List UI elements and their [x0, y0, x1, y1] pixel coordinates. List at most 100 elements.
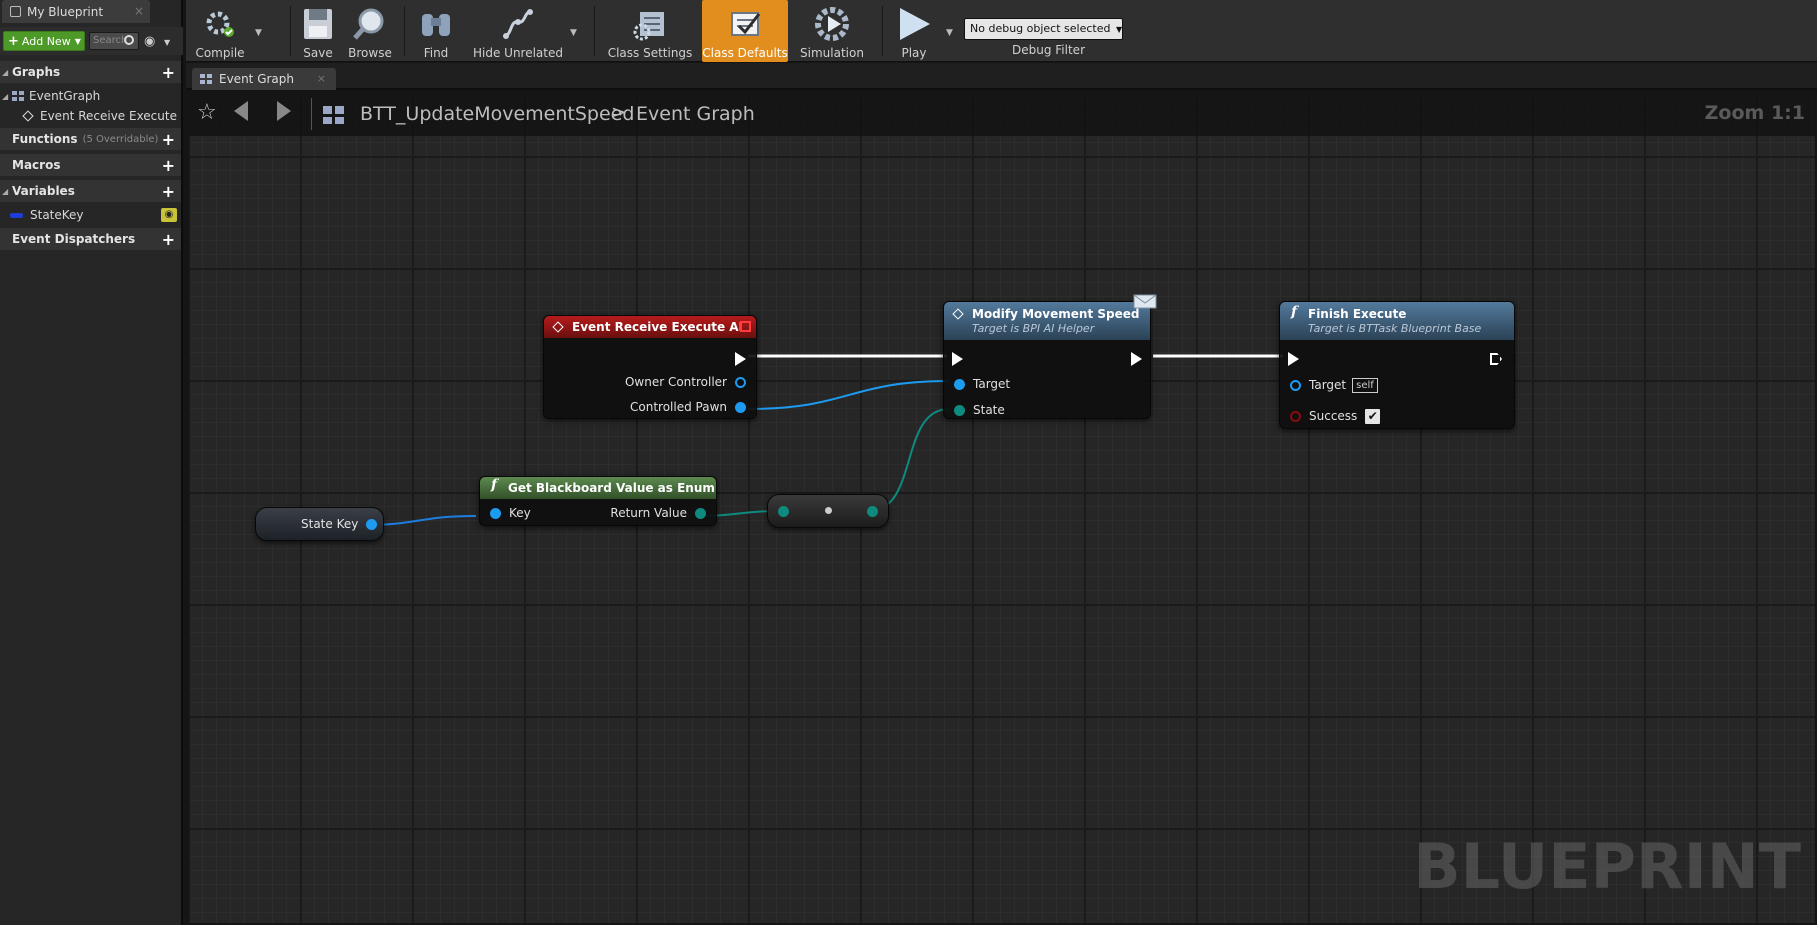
section-functions[interactable]: Functions (5 Overridable) +: [0, 128, 181, 150]
forward-arrow-icon[interactable]: [277, 101, 291, 121]
pin-owner-controller[interactable]: Owner Controller: [625, 373, 746, 391]
node-finish-execute[interactable]: f Finish Execute Target is BTTask Bluepr…: [1279, 301, 1515, 429]
node-header[interactable]: f Get Blackboard Value as Enum: [480, 477, 716, 499]
node-header[interactable]: Event Receive Execute AI: [544, 316, 756, 338]
pin-target[interactable]: Target self: [1290, 376, 1378, 394]
node-header[interactable]: f Finish Execute Target is BTTask Bluepr…: [1280, 302, 1514, 340]
exec-output-pin[interactable]: [735, 350, 746, 368]
add-function-button[interactable]: +: [162, 130, 175, 149]
pin-controlled-pawn[interactable]: Controlled Pawn: [630, 398, 746, 416]
hide-unrelated-label: Hide Unrelated: [472, 46, 563, 60]
binoculars-icon: [418, 6, 454, 42]
tab-event-graph[interactable]: Event Graph ×: [192, 68, 336, 90]
collapse-arrow-icon[interactable]: ◢: [2, 68, 12, 77]
section-macros[interactable]: Macros +: [0, 154, 181, 176]
exec-output-pin[interactable]: [1490, 350, 1502, 368]
variable-node-label: State Key: [301, 517, 359, 531]
back-arrow-icon[interactable]: [234, 101, 248, 121]
enum-pin-icon[interactable]: [954, 404, 965, 416]
exec-pin-icon[interactable]: [1131, 352, 1142, 366]
favorite-star-icon[interactable]: ☆: [197, 100, 217, 125]
play-button[interactable]: Play: [886, 0, 942, 62]
collapse-arrow-icon[interactable]: ◢: [2, 187, 12, 196]
struct-pin-icon[interactable]: [490, 507, 501, 519]
breadcrumb-graph[interactable]: Event Graph: [636, 103, 755, 125]
compile-button[interactable]: Compile: [190, 0, 250, 62]
node-conversion[interactable]: [767, 494, 889, 528]
toolbar-divider: [594, 6, 595, 56]
node-get-blackboard-value-as-enum[interactable]: f Get Blackboard Value as Enum Key Retur…: [479, 476, 717, 526]
eye-icon[interactable]: ◉: [144, 34, 155, 49]
my-blueprint-tab[interactable]: My Blueprint ×: [2, 0, 150, 23]
debug-filter-label: Debug Filter: [1012, 43, 1085, 57]
graph-item-label: Event Receive Execute: [40, 109, 177, 123]
node-modify-movement-speed[interactable]: Modify Movement Speed Target is BPI AI H…: [943, 301, 1151, 419]
simulation-icon: [814, 6, 850, 42]
class-defaults-button[interactable]: Class Defaults: [702, 0, 788, 62]
pin-key[interactable]: Key: [490, 504, 531, 522]
add-graph-button[interactable]: +: [162, 63, 175, 82]
exec-pin-icon[interactable]: [1288, 352, 1299, 366]
search-icon[interactable]: [124, 35, 134, 45]
pin-state[interactable]: State: [954, 401, 1005, 419]
breadcrumb: ☆ BTT_UpdateMovementSpeed > Event Graph …: [189, 93, 1815, 136]
enum-pin-icon[interactable]: [778, 506, 789, 517]
section-variables[interactable]: ◢ Variables +: [0, 180, 181, 202]
pin-success[interactable]: Success ✔: [1290, 407, 1381, 425]
hide-unrelated-dropdown[interactable]: ▼: [570, 28, 577, 38]
collapse-arrow-icon[interactable]: ◢: [2, 92, 12, 101]
my-blueprint-toolbar: + Add New ▼ Search ◉ ▼: [0, 27, 183, 55]
exec-input-pin[interactable]: [952, 350, 963, 368]
class-settings-button[interactable]: Class Settings: [606, 0, 694, 62]
exec-output-pin[interactable]: [1131, 350, 1142, 368]
add-variable-button[interactable]: +: [162, 182, 175, 201]
bool-pin-icon[interactable]: [1290, 410, 1301, 422]
node-event-receive-execute-ai[interactable]: Event Receive Execute AI Owner Controlle…: [543, 315, 757, 419]
find-button[interactable]: Find: [410, 0, 462, 62]
enum-pin-icon[interactable]: [695, 507, 706, 519]
pin-target[interactable]: Target: [954, 375, 1010, 393]
toolbar-divider: [290, 6, 291, 56]
variable-item-statekey[interactable]: StateKey: [10, 205, 84, 225]
event-graph-canvas[interactable]: ☆ BTT_UpdateMovementSpeed > Event Graph …: [189, 93, 1815, 923]
eye-icon[interactable]: ◉: [161, 208, 177, 222]
chevron-down-icon[interactable]: ▼: [164, 38, 170, 47]
enum-pin-icon[interactable]: [867, 506, 878, 517]
object-pin-icon[interactable]: [735, 376, 746, 388]
node-header[interactable]: Modify Movement Speed Target is BPI AI H…: [944, 302, 1150, 340]
section-event-dispatchers[interactable]: Event Dispatchers +: [0, 228, 181, 250]
exec-pin-icon[interactable]: [952, 352, 963, 366]
compile-options-dropdown[interactable]: ▼: [255, 28, 262, 38]
section-graphs[interactable]: ◢ Graphs +: [0, 61, 181, 83]
play-options-dropdown[interactable]: ▼: [946, 28, 953, 38]
exec-pin-icon[interactable]: [1490, 353, 1502, 365]
exec-pin-icon[interactable]: [735, 352, 746, 366]
hide-unrelated-button[interactable]: Hide Unrelated: [466, 0, 570, 62]
object-pin-icon[interactable]: [954, 378, 965, 390]
object-pin-icon[interactable]: [1290, 379, 1301, 391]
exec-input-pin[interactable]: [1288, 350, 1299, 368]
success-checkbox[interactable]: ✔: [1365, 408, 1381, 424]
magnifier-icon: [352, 6, 388, 42]
save-button[interactable]: Save: [294, 0, 342, 62]
pin-return-value[interactable]: Return Value: [610, 504, 706, 522]
close-icon[interactable]: ×: [317, 72, 326, 85]
delegate-pin-icon[interactable]: [740, 321, 751, 332]
chevron-down-icon: ▼: [1115, 25, 1123, 34]
node-state-key-variable[interactable]: State Key: [255, 507, 384, 541]
simulation-button[interactable]: Simulation: [790, 0, 874, 62]
graph-item-event-receive-execute[interactable]: Event Receive Execute: [22, 106, 177, 126]
close-icon[interactable]: ×: [134, 4, 144, 18]
target-default-value[interactable]: self: [1352, 377, 1378, 393]
breadcrumb-blueprint[interactable]: BTT_UpdateMovementSpeed: [360, 103, 634, 125]
debug-object-select[interactable]: No debug object selected ▼: [964, 18, 1123, 40]
add-new-button[interactable]: + Add New ▼: [3, 31, 85, 51]
struct-pin-icon[interactable]: [366, 518, 378, 530]
browse-button[interactable]: Browse: [342, 0, 398, 62]
graph-item-eventgraph[interactable]: ◢ EventGraph: [2, 86, 100, 106]
add-macro-button[interactable]: +: [162, 156, 175, 175]
object-pin-icon[interactable]: [735, 401, 746, 413]
add-event-dispatcher-button[interactable]: +: [162, 230, 175, 249]
main-toolbar: Compile ▼ Save Browse Find Hide Unrelate…: [186, 0, 1817, 62]
section-macros-label: Macros: [12, 158, 61, 172]
